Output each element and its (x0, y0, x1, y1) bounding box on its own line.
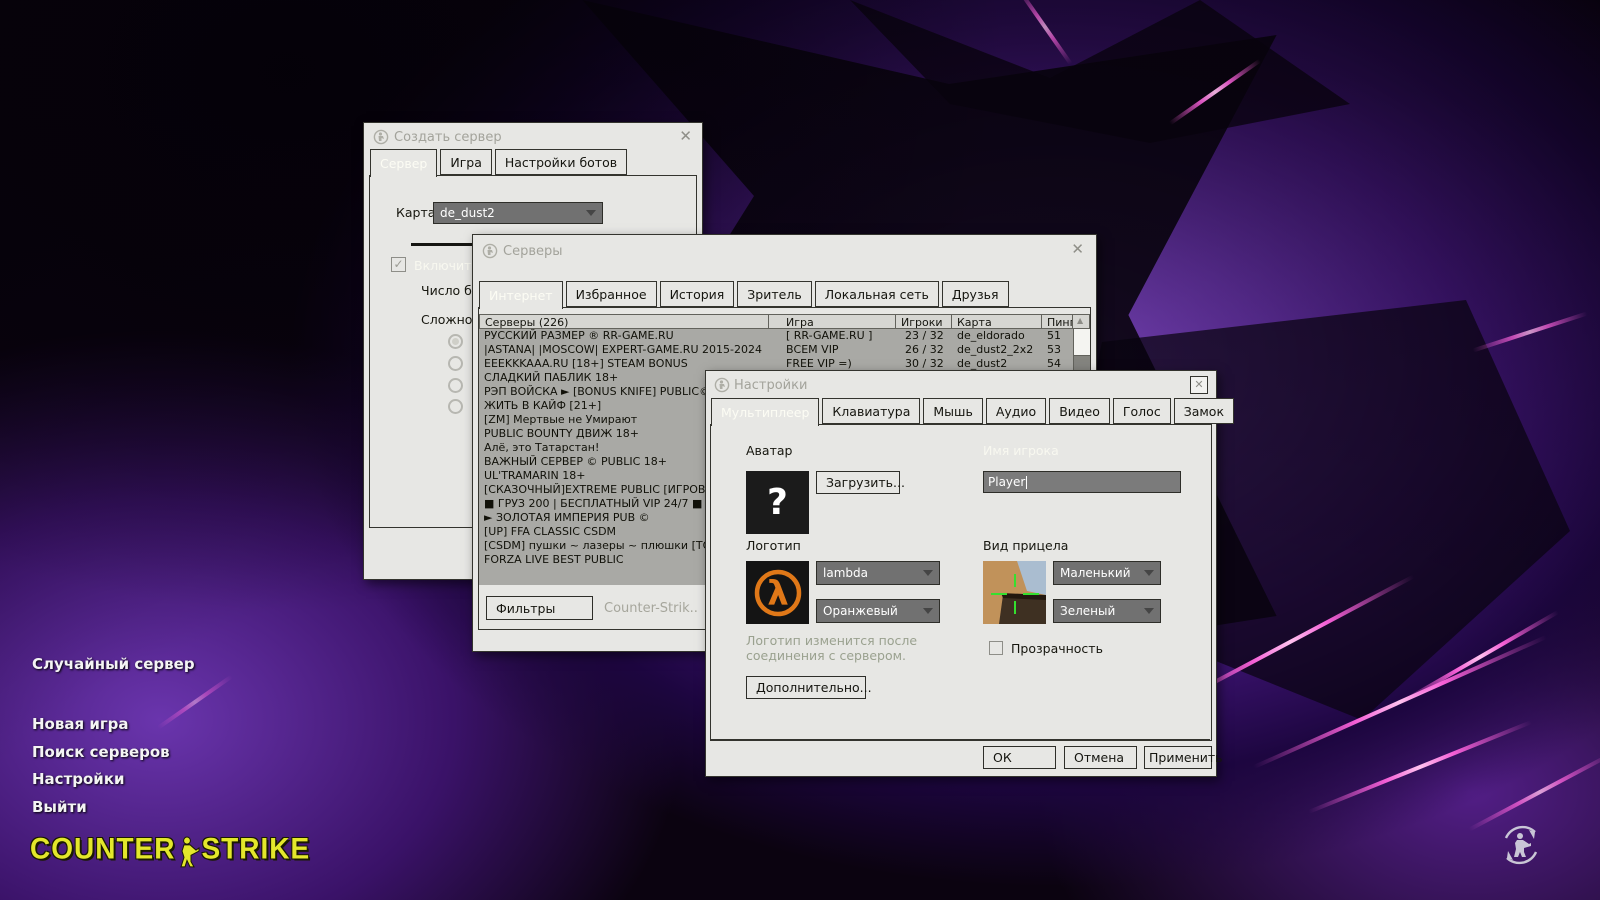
tab-lock[interactable]: Замок (1174, 398, 1234, 424)
counter-strike-logo: COUNTER STRIKE (30, 832, 310, 866)
menu-item-quit[interactable]: Выйти (32, 798, 87, 816)
menu-item-options[interactable]: Настройки (32, 770, 125, 788)
apply-button[interactable]: Применить (1144, 746, 1212, 769)
tab-panel (710, 424, 1212, 741)
tab-spectate[interactable]: Зритель (737, 281, 811, 307)
cs-window-icon (373, 129, 389, 145)
tab-bot-settings[interactable]: Настройки ботов (495, 149, 627, 175)
tab-history[interactable]: История (660, 281, 735, 307)
window-title: Серверы (503, 244, 563, 259)
settings-window: Настройки ✕ Мультиплеер Клавиатура Мышь … (705, 370, 1217, 777)
close-icon[interactable]: ✕ (1190, 376, 1208, 394)
cancel-button[interactable]: Отмена (1064, 746, 1137, 769)
tab-server[interactable]: Сервер (370, 149, 437, 177)
ok-button[interactable]: ОК (983, 746, 1056, 769)
tab-keyboard[interactable]: Клавиатура (822, 398, 920, 424)
tab-audio[interactable]: Аудио (986, 398, 1046, 424)
tab-internet[interactable]: Интернет (479, 281, 563, 309)
cs-soldier-icon (176, 834, 200, 868)
tab-favorites[interactable]: Избранное (566, 281, 657, 307)
menu-item-find-servers[interactable]: Поиск серверов (32, 743, 170, 761)
window-title: Создать сервер (394, 130, 502, 145)
tab-lan[interactable]: Локальная сеть (815, 281, 939, 307)
tab-game[interactable]: Игра (440, 149, 492, 175)
tab-friends[interactable]: Друзья (942, 281, 1009, 307)
window-title: Настройки (734, 378, 807, 393)
cs-circle-emblem-icon (1498, 822, 1544, 868)
tab-mouse[interactable]: Мышь (923, 398, 982, 424)
menu-item-random-server[interactable]: Случайный сервер (32, 655, 195, 673)
tab-voice[interactable]: Голос (1113, 398, 1171, 424)
close-icon[interactable]: ✕ (1071, 242, 1084, 257)
tab-video[interactable]: Видео (1049, 398, 1110, 424)
logo-text-strike: STRIKE (201, 832, 310, 866)
cs-window-icon (482, 243, 498, 259)
logo-text-counter: COUNTER (30, 832, 175, 866)
close-icon[interactable]: ✕ (679, 129, 692, 144)
cs-window-icon (714, 377, 730, 393)
menu-item-new-game[interactable]: Новая игра (32, 715, 129, 733)
tab-multiplayer[interactable]: Мультиплеер (711, 398, 819, 426)
